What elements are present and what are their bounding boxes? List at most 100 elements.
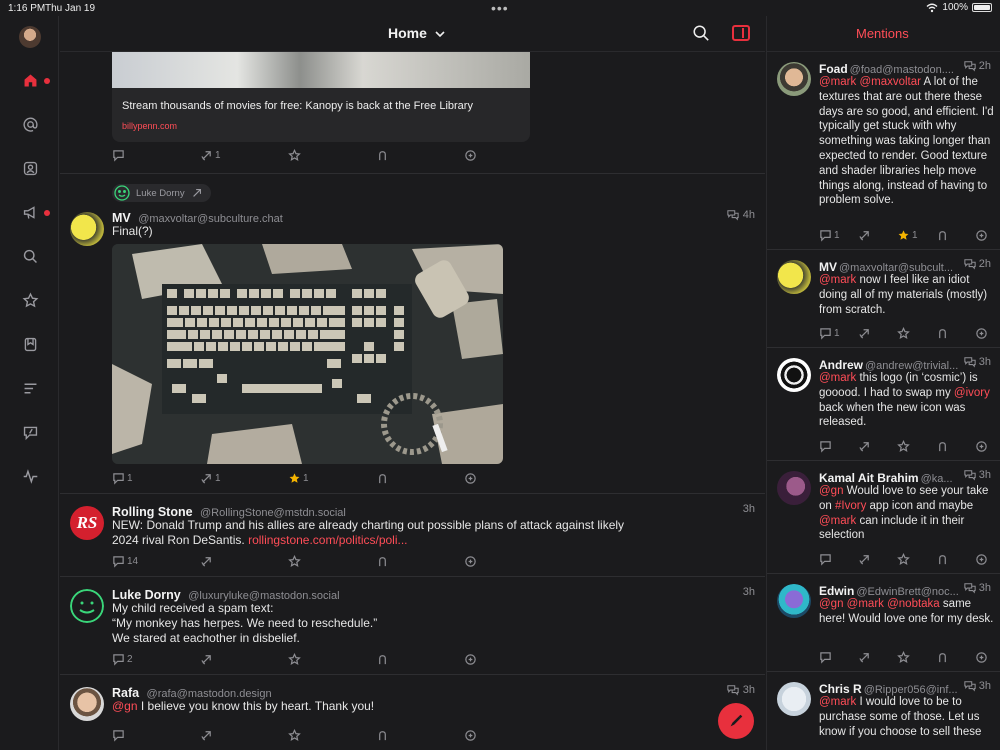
more-button[interactable] bbox=[464, 472, 552, 485]
mention-link[interactable]: @nobtaka bbox=[887, 598, 940, 610]
reply-button[interactable]: 1 bbox=[819, 229, 858, 242]
mention-post[interactable]: Andrew @andrew@trivial... 3h @mark this l… bbox=[767, 348, 1000, 461]
timeline-post[interactable]: Luke Dorny MV @maxvoltar@subculture.chat… bbox=[60, 174, 765, 494]
more-button[interactable] bbox=[975, 229, 1000, 242]
search-icon[interactable] bbox=[20, 246, 40, 266]
boost-button[interactable] bbox=[858, 553, 897, 566]
timeline-post[interactable]: Rafa @rafa@mastodon.design 3h @gn I beli… bbox=[60, 675, 765, 750]
boosted-by-badge[interactable]: Luke Dorny bbox=[112, 184, 211, 202]
reply-button[interactable] bbox=[112, 149, 200, 162]
mention-link[interactable]: @maxvoltar bbox=[859, 76, 921, 88]
mention-post[interactable]: Chris R @Ripper056@inf... 3h @mark I woul… bbox=[767, 672, 1000, 750]
author-avatar[interactable] bbox=[777, 260, 811, 294]
boost-button[interactable] bbox=[858, 229, 897, 242]
quote-button[interactable] bbox=[376, 555, 464, 568]
compose-button[interactable] bbox=[718, 703, 754, 739]
favorite-button[interactable] bbox=[897, 327, 936, 340]
boost-button[interactable] bbox=[858, 440, 897, 453]
reply-button[interactable]: 14 bbox=[112, 555, 200, 568]
bookmark-icon[interactable] bbox=[20, 334, 40, 354]
author-name[interactable]: MV bbox=[112, 211, 131, 225]
favorite-button[interactable] bbox=[897, 651, 936, 664]
boost-button[interactable] bbox=[858, 651, 897, 664]
mention-link[interactable]: @mark bbox=[819, 696, 856, 708]
reply-button[interactable] bbox=[112, 729, 200, 742]
quote-button[interactable] bbox=[936, 327, 975, 340]
favorite-button[interactable] bbox=[897, 440, 936, 453]
reply-button[interactable] bbox=[819, 553, 858, 566]
mention-link[interactable]: @mark bbox=[819, 372, 856, 384]
hashtag-link[interactable]: #Ivory bbox=[835, 500, 866, 512]
multitasking-dots-icon[interactable]: ••• bbox=[491, 0, 509, 16]
more-button[interactable] bbox=[975, 651, 1000, 664]
profile-icon[interactable] bbox=[20, 158, 40, 178]
at-icon[interactable] bbox=[20, 114, 40, 134]
account-avatar[interactable] bbox=[19, 26, 41, 48]
mention-post[interactable]: Foad @foad@mastodon.... 2h @mark @maxvolt… bbox=[767, 52, 1000, 250]
more-button[interactable] bbox=[975, 327, 1000, 340]
boost-button[interactable] bbox=[200, 653, 288, 666]
boost-button[interactable] bbox=[858, 327, 897, 340]
timeline-post[interactable]: Stream thousands of movies for free: Kan… bbox=[60, 52, 765, 174]
author-avatar[interactable] bbox=[777, 471, 811, 505]
activity-icon[interactable] bbox=[20, 466, 40, 486]
boost-button[interactable] bbox=[200, 555, 288, 568]
quote-button[interactable] bbox=[936, 440, 975, 453]
author-avatar[interactable] bbox=[777, 358, 811, 392]
mention-post[interactable]: Kamal Ait Brahim @ka... 3h @gn Would love… bbox=[767, 461, 1000, 574]
quote-button[interactable] bbox=[376, 149, 464, 162]
author-avatar[interactable] bbox=[777, 682, 811, 716]
author-name[interactable]: Rolling Stone bbox=[112, 505, 193, 519]
reply-button[interactable]: 1 bbox=[819, 327, 858, 340]
mention-link[interactable]: @gn bbox=[819, 598, 843, 610]
message-icon[interactable] bbox=[20, 422, 40, 442]
mention-link[interactable]: @mark bbox=[847, 598, 884, 610]
boost-button[interactable]: 1 bbox=[200, 472, 288, 485]
mention-link[interactable]: @gn bbox=[819, 485, 843, 497]
favorite-button[interactable] bbox=[288, 729, 376, 742]
more-button[interactable] bbox=[975, 440, 1000, 453]
favorite-button[interactable] bbox=[288, 555, 376, 568]
author-avatar[interactable] bbox=[70, 589, 104, 623]
author-name[interactable]: Rafa bbox=[112, 686, 139, 700]
mention-link[interactable]: @mark bbox=[819, 76, 856, 88]
mention-link[interactable]: @mark bbox=[819, 274, 856, 286]
favorite-button[interactable] bbox=[288, 653, 376, 666]
favorite-button[interactable]: 1 bbox=[897, 229, 936, 242]
post-link[interactable]: rollingstone.com/politics/poli... bbox=[248, 533, 407, 547]
author-avatar[interactable] bbox=[777, 584, 811, 618]
author-avatar[interactable] bbox=[70, 687, 104, 721]
post-image-keyboard[interactable] bbox=[112, 244, 503, 464]
author-name[interactable]: Chris R bbox=[819, 682, 862, 696]
reply-button[interactable]: 1 bbox=[112, 472, 200, 485]
author-avatar[interactable]: RS bbox=[70, 506, 104, 540]
boost-button[interactable] bbox=[200, 729, 288, 742]
quote-button[interactable] bbox=[936, 229, 975, 242]
author-name[interactable]: Luke Dorny bbox=[112, 588, 181, 602]
quote-button[interactable] bbox=[376, 472, 464, 485]
author-name[interactable]: Edwin bbox=[819, 584, 854, 598]
more-button[interactable] bbox=[975, 553, 1000, 566]
favorite-button[interactable]: 1 bbox=[288, 472, 376, 485]
more-button[interactable] bbox=[464, 149, 552, 162]
star-icon[interactable] bbox=[20, 290, 40, 310]
author-name[interactable]: Kamal Ait Brahim bbox=[819, 471, 919, 485]
mention-post[interactable]: MV @maxvoltar@subcult... 2h @mark now I f… bbox=[767, 250, 1000, 348]
quote-button[interactable] bbox=[376, 653, 464, 666]
mentions-column[interactable]: Mentions Foad @foad@mastodon.... 2h @mark… bbox=[766, 16, 1000, 750]
mention-link[interactable]: @gn bbox=[112, 699, 138, 713]
more-button[interactable] bbox=[464, 555, 552, 568]
mention-post[interactable]: Edwin @EdwinBrett@noc... 3h @gn @mark @no… bbox=[767, 574, 1000, 672]
reply-button[interactable]: 2 bbox=[112, 653, 200, 666]
reply-button[interactable] bbox=[819, 651, 858, 664]
header-search-button[interactable] bbox=[692, 24, 712, 44]
favorite-button[interactable] bbox=[897, 553, 936, 566]
favorite-button[interactable] bbox=[288, 149, 376, 162]
timeline-post[interactable]: RS Rolling Stone @RollingStone@mstdn.soc… bbox=[60, 494, 765, 577]
more-button[interactable] bbox=[464, 729, 552, 742]
list-icon[interactable] bbox=[20, 378, 40, 398]
reply-button[interactable] bbox=[819, 440, 858, 453]
mention-link[interactable]: @ivory bbox=[954, 387, 990, 399]
quote-button[interactable] bbox=[376, 729, 464, 742]
quote-button[interactable] bbox=[936, 651, 975, 664]
